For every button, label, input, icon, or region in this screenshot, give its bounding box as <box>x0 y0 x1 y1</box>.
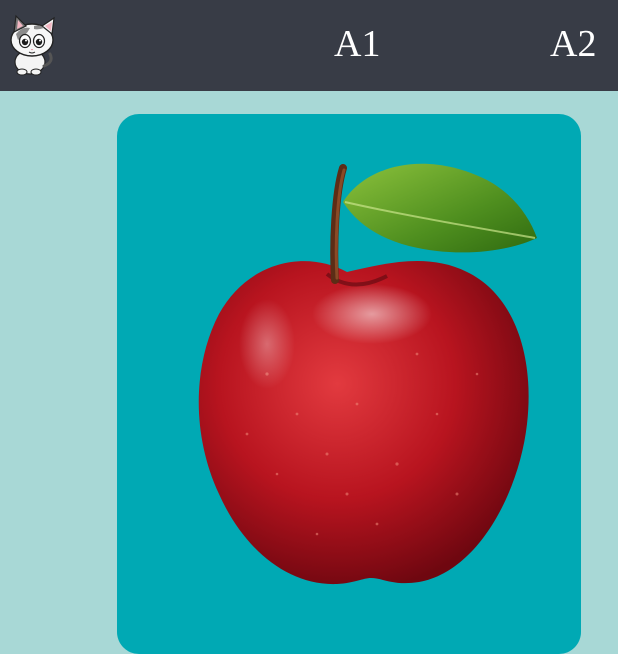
nav-link-a1[interactable]: A1 <box>334 22 380 66</box>
nav-link-a2[interactable]: A2 <box>550 22 596 66</box>
red-apple-image <box>157 154 547 594</box>
top-navbar: A1 A2 <box>0 0 618 91</box>
product-card <box>117 114 581 654</box>
cat-logo-icon[interactable] <box>4 12 60 76</box>
